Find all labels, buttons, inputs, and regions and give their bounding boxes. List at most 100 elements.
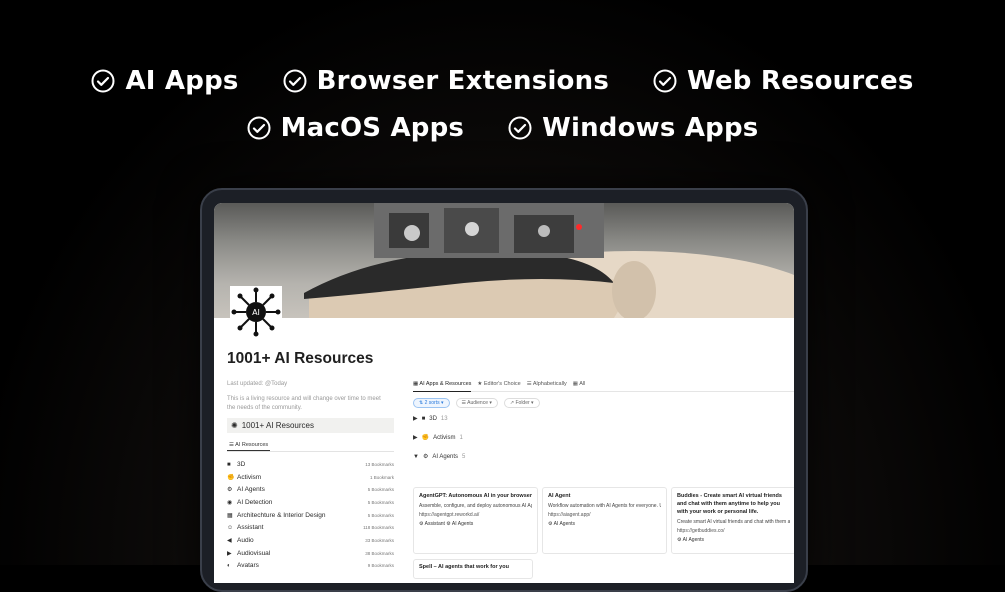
- card-url[interactable]: https://aiagent.app/: [548, 512, 661, 518]
- toggle-right-icon[interactable]: ▶: [413, 415, 418, 422]
- robot-head-illustration: [304, 203, 794, 318]
- database-view: ▦ AI Apps & Resources ★ Editor's Choice …: [413, 381, 794, 579]
- folder-filter[interactable]: ↗ Folder ▾: [503, 398, 540, 408]
- category-item[interactable]: ◀ Audio 33 Bookmarks: [227, 534, 394, 547]
- group-icon: ⚙: [422, 454, 429, 460]
- category-icon: ⚙: [227, 487, 233, 494]
- category-icon: ◉: [227, 499, 233, 506]
- notion-page: AI 1001+ AI Resources Last updated: @Tod…: [214, 203, 794, 583]
- last-updated: Last updated: @Today: [227, 381, 288, 387]
- check-circle-icon: [247, 116, 271, 140]
- filter-label: Folder: [515, 400, 530, 406]
- feature-item: MacOS Apps: [247, 113, 465, 143]
- gallery-card[interactable]: Buddies - Create smart AI virtual friend…: [671, 487, 794, 554]
- gallery-card[interactable]: AgentGPT: Autonomous AI in your browser …: [413, 487, 538, 554]
- category-icon: ■: [227, 461, 231, 468]
- feature-label: MacOS Apps: [280, 113, 465, 143]
- category-name: 3D: [237, 460, 246, 468]
- tab-ai-apps-resources[interactable]: ▦ AI Apps & Resources: [413, 381, 472, 392]
- toggle-right-icon[interactable]: ▶: [413, 434, 418, 441]
- svg-text:AI: AI: [252, 308, 260, 317]
- category-name: Architechture & Interior Design: [237, 511, 326, 519]
- list-icon: ☰: [229, 442, 234, 448]
- group-count: 5: [462, 453, 466, 460]
- group-ai-agents[interactable]: ▼ ⚙ AI Agents 5: [413, 453, 794, 461]
- category-list: ■ 3D 13 Bookmarks ✊ Activism 1 Bookmark ⚙ AI …: [227, 458, 394, 572]
- category-icon: ✊: [227, 474, 235, 481]
- category-count: 9 Bookmarks: [367, 563, 394, 569]
- group-icon: ✊: [421, 435, 430, 441]
- ai-chip-logo-icon: AI: [230, 286, 282, 338]
- sort-filter[interactable]: ⇅ 2 sorts ▾: [413, 398, 450, 408]
- category-item[interactable]: ▶ Audiovisual 38 Bookmarks: [227, 547, 394, 560]
- category-item[interactable]: ⚙ AI Agents 5 Bookmarks: [227, 483, 394, 496]
- group-count: 13: [440, 415, 448, 422]
- category-icon: ◀: [227, 537, 232, 544]
- cover-image: [214, 203, 794, 318]
- card-tags: ⚙ AI Agents: [548, 521, 576, 527]
- category-item[interactable]: ■ 3D 13 Bookmarks: [227, 458, 394, 471]
- group-activism[interactable]: ▶ ✊ Activism 1: [413, 434, 794, 442]
- tab-label: Alphabetically: [532, 381, 567, 387]
- card-tag: AI Agents: [451, 521, 474, 527]
- category-name: AI Detection: [237, 498, 273, 506]
- audience-filter[interactable]: ☰ Audience ▾: [455, 398, 498, 408]
- filter-label: 2 sorts: [424, 400, 440, 406]
- toggle-down-icon[interactable]: ▼: [413, 454, 419, 460]
- tab-label: AI Apps & Resources: [419, 381, 472, 387]
- feature-label: Browser Extensions: [316, 66, 610, 96]
- card-url[interactable]: https://getbuddies.co/: [677, 528, 790, 534]
- tab-editors-choice[interactable]: ★ Editor's Choice: [477, 381, 520, 387]
- category-icon: ◐: [227, 563, 231, 570]
- card-tag: Assistant: [424, 521, 445, 527]
- tab-label: Editor's Choice: [483, 381, 521, 387]
- category-item[interactable]: ◉ AI Detection 5 Bookmarks: [227, 496, 394, 509]
- category-icon: ▶: [227, 550, 232, 557]
- category-icon: ▦: [227, 512, 233, 519]
- gallery-card[interactable]: Spell – AI agents that work for you: [413, 559, 533, 579]
- group-3d[interactable]: ▶ ■ 3D 13: [413, 415, 794, 423]
- card-tag: AI Agents: [553, 521, 576, 527]
- tab-all[interactable]: ▦ All: [573, 381, 586, 387]
- category-name: AI Agents: [237, 486, 265, 494]
- view-tabs: ▦ AI Apps & Resources ★ Editor's Choice …: [413, 381, 794, 392]
- group-icon: ■: [421, 415, 426, 422]
- description-line: the needs of the community.: [227, 404, 302, 411]
- features-row-1: AI Apps Browser Extensions Web Resources: [0, 66, 1005, 96]
- card-tag: AI Agents: [682, 537, 705, 543]
- check-circle-icon: [91, 69, 115, 93]
- category-item[interactable]: ☺ Assistant 118 Bookmarks: [227, 521, 394, 534]
- card-description: Assemble, configure, and deploy autonomo…: [419, 503, 532, 509]
- group-name: 3D: [429, 415, 437, 422]
- page-title: 1001+ AI Resources: [227, 350, 374, 367]
- feature-item: Windows Apps: [508, 113, 758, 143]
- group-name: AI Agents: [432, 453, 459, 460]
- check-circle-icon: [653, 69, 677, 93]
- feature-item: Web Resources: [653, 66, 914, 96]
- section-header: ✺ 1001+ AI Resources: [227, 418, 394, 433]
- feature-label: AI Apps: [125, 66, 239, 96]
- feature-label: Windows Apps: [542, 113, 759, 143]
- laptop-frame: AI 1001+ AI Resources Last updated: @Tod…: [200, 188, 808, 592]
- gallery-card[interactable]: AI Agent Workflow automation with AI Age…: [542, 487, 667, 554]
- category-count: 33 Bookmarks: [365, 537, 394, 543]
- group-count: 1: [459, 434, 463, 441]
- category-name: Assistant: [237, 524, 264, 532]
- category-name: Audio: [237, 536, 254, 544]
- category-item[interactable]: ◐ Avatars 9 Bookmarks: [227, 560, 394, 573]
- category-icon: ☺: [227, 525, 234, 532]
- card-tags: ⚙ Assistant ⚙ AI Agents: [419, 521, 474, 527]
- feature-label: Web Resources: [687, 66, 914, 96]
- category-count: 1 Bookmark: [369, 474, 394, 480]
- tab-alphabetically[interactable]: ☰ Alphabetically: [527, 381, 567, 387]
- tab-ai-resources[interactable]: ☰ AI Resources: [227, 439, 271, 451]
- card-url[interactable]: https://agentgpt.reworkd.ai/: [419, 512, 532, 518]
- section-title: 1001+ AI Resources: [241, 421, 314, 430]
- feature-item: Browser Extensions: [283, 66, 609, 96]
- category-item[interactable]: ✊ Activism 1 Bookmark: [227, 471, 394, 484]
- tab-label: All: [579, 381, 586, 387]
- group-name: Activism: [433, 434, 456, 441]
- category-count: 118 Bookmarks: [363, 525, 394, 531]
- page-description: This is a living resource and will chang…: [227, 395, 394, 412]
- category-item[interactable]: ▦ Architechture & Interior Design 5 Bookma…: [227, 509, 394, 522]
